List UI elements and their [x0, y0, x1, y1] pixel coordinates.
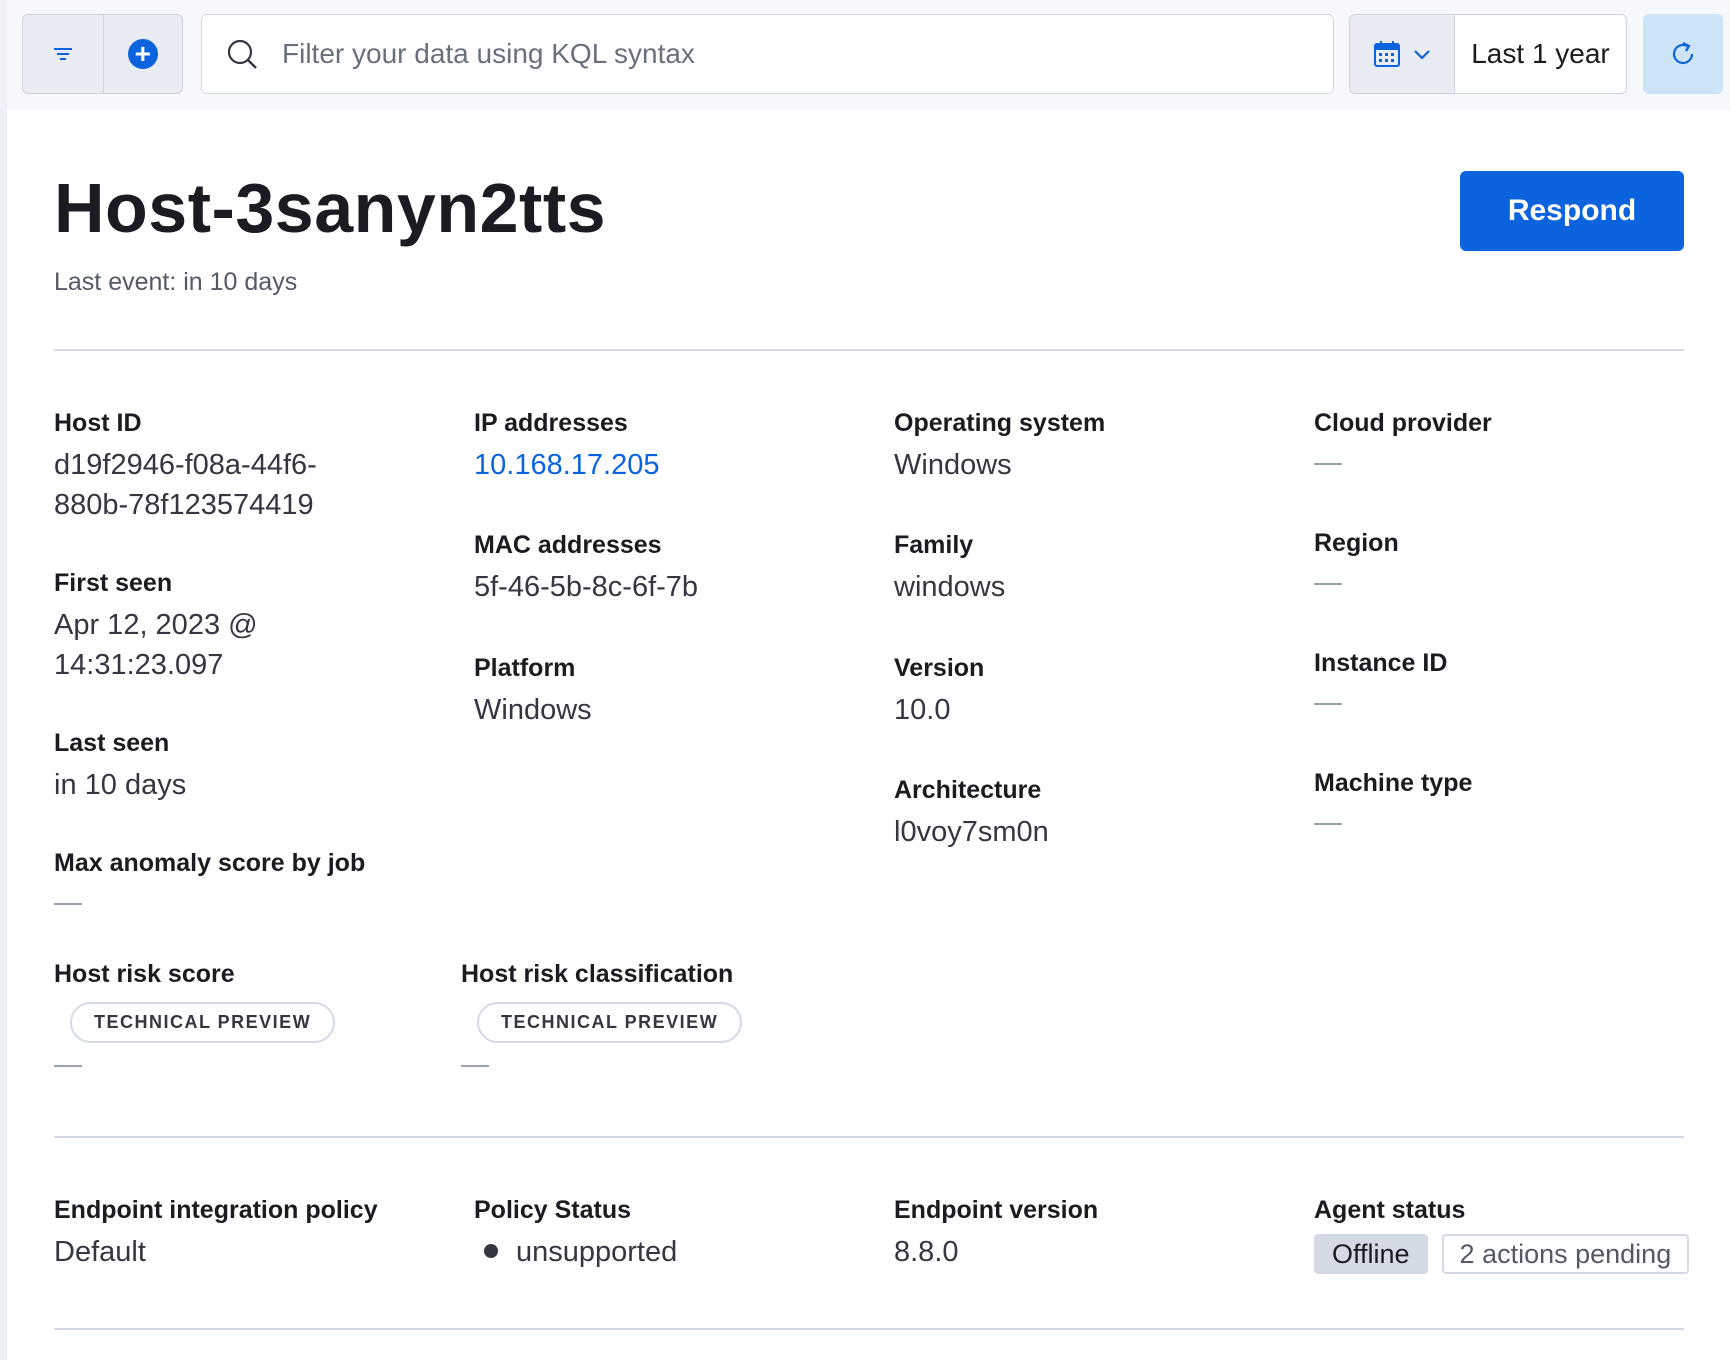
host-risk-score-label: Host risk score — [54, 960, 235, 988]
cloud-provider-empty-value — [1314, 463, 1342, 465]
search-input[interactable] — [282, 38, 1282, 70]
family-field: Family windows — [894, 527, 1005, 607]
agent-status-badges: Offline 2 actions pending — [1314, 1234, 1690, 1274]
ip-address-link[interactable]: 10.168.17.205 — [474, 445, 659, 485]
version-field: Version 10.0 — [894, 650, 984, 730]
last-seen-label: Last seen — [54, 729, 170, 757]
policy-status-value: unsupported — [474, 1232, 677, 1272]
instance-id-field: Instance ID — [1314, 645, 1447, 705]
max-anomaly-label: Max anomaly score by job — [54, 849, 366, 877]
last-event-text: Last event: in 10 days — [54, 268, 298, 296]
max-anomaly-field: Max anomaly score by job — [54, 845, 365, 905]
first-seen-label: First seen — [54, 569, 173, 597]
refresh-button[interactable] — [1643, 14, 1723, 94]
endpoint-version-label: Endpoint version — [894, 1196, 1099, 1224]
endpoint-policy-label: Endpoint integration policy — [54, 1196, 378, 1224]
agent-status-badge: Offline — [1314, 1234, 1428, 1274]
left-border — [0, 0, 7, 1360]
calendar-icon — [1374, 41, 1400, 67]
architecture-value: l0voy7sm0n — [894, 816, 1049, 848]
filter-button-group: + — [22, 14, 183, 94]
region-label: Region — [1314, 529, 1399, 557]
host-id-value-line2: 880b-78f123574419 — [54, 489, 314, 521]
family-value: windows — [894, 571, 1006, 603]
query-bar: + Filter your data using KQL syntax Last… — [7, 0, 1730, 110]
divider — [54, 1328, 1684, 1330]
endpoint-policy-field: Endpoint integration policy Default — [54, 1192, 378, 1272]
agent-status-label: Agent status — [1314, 1196, 1466, 1224]
host-id-label: Host ID — [54, 409, 142, 437]
region-field: Region — [1314, 525, 1399, 585]
divider — [54, 349, 1684, 351]
host-id-value-line1: d19f2946-f08a-44f6- — [54, 449, 317, 481]
machine-type-empty-value — [1314, 823, 1342, 825]
max-anomaly-empty-value — [54, 903, 82, 905]
date-picker: Last 1 year — [1349, 14, 1627, 94]
region-empty-value — [1314, 583, 1342, 585]
host-risk-score-empty-value — [54, 1065, 82, 1067]
instance-id-label: Instance ID — [1314, 649, 1448, 677]
architecture-label: Architecture — [894, 776, 1042, 804]
search-icon — [224, 36, 260, 72]
policy-status-text: unsupported — [516, 1236, 678, 1268]
endpoint-version-value: 8.8.0 — [894, 1236, 959, 1268]
version-value: 10.0 — [894, 694, 951, 726]
first-seen-field: First seen Apr 12, 2023 @ 14:31:23.097 — [54, 565, 258, 685]
platform-field: Platform Windows — [474, 650, 592, 730]
endpoint-version-field: Endpoint version 8.8.0 — [894, 1192, 1098, 1272]
architecture-field: Architecture l0voy7sm0n — [894, 772, 1049, 852]
last-seen-value: in 10 days — [54, 769, 187, 801]
ip-addresses-label: IP addresses — [474, 409, 628, 437]
refresh-icon — [1672, 42, 1694, 65]
endpoint-policy-value: Default — [54, 1236, 146, 1268]
status-dot-icon — [484, 1244, 498, 1259]
pending-actions-badge[interactable]: 2 actions pending — [1441, 1234, 1690, 1274]
host-risk-classification-empty-value — [461, 1065, 489, 1067]
technical-preview-badge: TECHNICAL PREVIEW — [70, 1002, 336, 1043]
instance-id-empty-value — [1314, 703, 1342, 705]
mac-addresses-field: MAC addresses 5f-46-5b-8c-6f-7b — [474, 527, 698, 607]
last-seen-field: Last seen in 10 days — [54, 725, 186, 805]
page-title: Host-3sanyn2tts — [54, 169, 607, 247]
machine-type-field: Machine type — [1314, 765, 1472, 825]
chevron-down-icon — [1414, 50, 1430, 60]
mac-addresses-value: 5f-46-5b-8c-6f-7b — [474, 571, 699, 603]
mac-addresses-label: MAC addresses — [474, 531, 662, 559]
kql-search-bar[interactable] — [201, 14, 1334, 94]
first-seen-value-line1: Apr 12, 2023 @ — [54, 609, 258, 641]
host-risk-classification-label: Host risk classification — [461, 960, 734, 988]
platform-label: Platform — [474, 654, 576, 682]
operating-system-value: Windows — [894, 449, 1012, 481]
policy-status-field: Policy Status unsupported — [474, 1192, 677, 1272]
operating-system-label: Operating system — [894, 409, 1106, 437]
add-filter-button[interactable]: + — [102, 15, 183, 93]
host-risk-score-field: Host risk score TECHNICAL PREVIEW — [54, 956, 336, 1067]
add-filter-icon: + — [127, 39, 158, 69]
agent-status-field: Agent status Offline 2 actions pending — [1314, 1192, 1690, 1274]
respond-button[interactable]: Respond — [1460, 171, 1684, 251]
host-risk-classification-field: Host risk classification TECHNICAL PREVI… — [461, 956, 743, 1067]
divider — [54, 1136, 1684, 1138]
policy-status-label: Policy Status — [474, 1196, 631, 1224]
operating-system-field: Operating system Windows — [894, 405, 1105, 485]
host-id-value: d19f2946-f08a-44f6- 880b-78f123574419 — [54, 445, 317, 525]
first-seen-value: Apr 12, 2023 @ 14:31:23.097 — [54, 605, 258, 685]
technical-preview-badge: TECHNICAL PREVIEW — [477, 1002, 743, 1043]
filter-icon — [53, 48, 72, 60]
host-id-field: Host ID d19f2946-f08a-44f6- 880b-78f1235… — [54, 405, 317, 525]
family-label: Family — [894, 531, 974, 559]
quick-date-menu-button[interactable] — [1350, 15, 1455, 93]
platform-value: Windows — [474, 694, 592, 726]
ip-addresses-field: IP addresses 10.168.17.205 — [474, 405, 659, 485]
first-seen-value-line2: 14:31:23.097 — [54, 649, 224, 681]
filter-menu-button[interactable] — [23, 15, 103, 93]
cloud-provider-label: Cloud provider — [1314, 409, 1492, 437]
machine-type-label: Machine type — [1314, 769, 1473, 797]
cloud-provider-field: Cloud provider — [1314, 405, 1492, 465]
version-label: Version — [894, 654, 985, 682]
date-range-label[interactable]: Last 1 year — [1455, 15, 1626, 93]
